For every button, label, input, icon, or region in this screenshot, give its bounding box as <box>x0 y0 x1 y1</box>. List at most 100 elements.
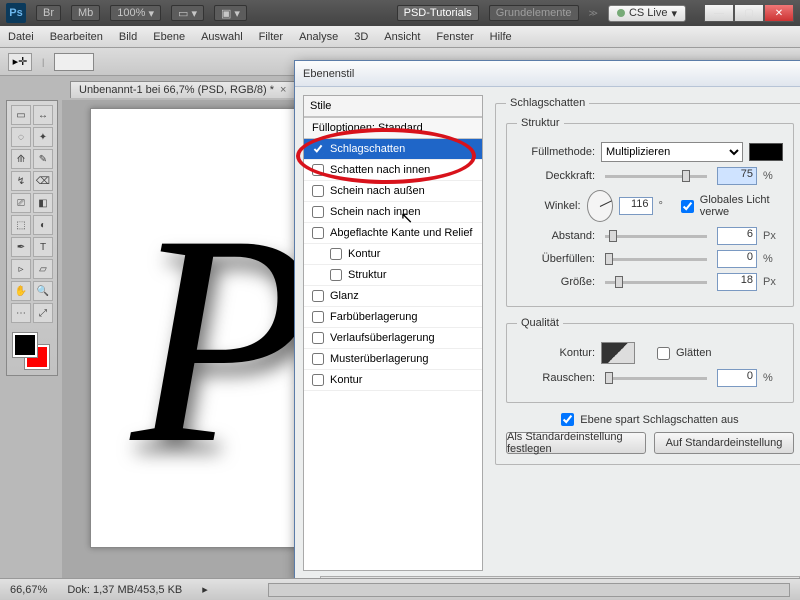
style-row-7[interactable]: Glanz <box>304 286 482 307</box>
style-row-11[interactable]: Kontur <box>304 370 482 391</box>
knockout-checkbox[interactable] <box>561 413 574 426</box>
tool-extra2[interactable]: ⤢ <box>33 303 53 323</box>
style-row-4[interactable]: Abgeflachte Kante und Relief <box>304 223 482 244</box>
style-checkbox-2[interactable] <box>312 185 324 197</box>
noise-value[interactable]: 0 <box>717 369 757 387</box>
tool-brush[interactable]: ⌫ <box>33 171 53 191</box>
style-settings-panel: Schlagschatten Struktur Füllmethode: Mul… <box>491 87 800 579</box>
size-value[interactable]: 18 <box>717 273 757 291</box>
global-light-checkbox[interactable] <box>681 200 694 213</box>
tool-shape[interactable]: ▱ <box>33 259 53 279</box>
cslive-button[interactable]: CS Live ▾ <box>608 5 686 22</box>
workspace-secondary[interactable]: Grundelemente <box>489 5 579 21</box>
tool-zoom[interactable]: 🔍 <box>33 281 53 301</box>
spread-slider[interactable] <box>601 258 711 261</box>
swatch-foreground[interactable] <box>13 333 37 357</box>
viewmode-chip[interactable]: ▭ ▾ <box>171 5 204 21</box>
minibridge-chip[interactable]: Mb <box>71 5 100 21</box>
tool-wand[interactable]: ✦ <box>33 127 53 147</box>
menu-fenster[interactable]: Fenster <box>436 31 473 43</box>
close-tab-icon[interactable]: × <box>280 84 286 96</box>
window-minimize-button[interactable]: — <box>704 4 734 22</box>
tool-eraser[interactable]: ⬚ <box>11 215 31 235</box>
distance-slider[interactable] <box>601 235 711 238</box>
style-checkbox-4[interactable] <box>312 227 324 239</box>
color-swatches[interactable] <box>11 331 53 371</box>
current-tool-icon[interactable]: ▸✛ <box>8 53 32 71</box>
opacity-value[interactable]: 75 <box>717 167 757 185</box>
tool-crop[interactable]: ⟰ <box>11 149 31 169</box>
style-row-2[interactable]: Schein nach außen <box>304 181 482 202</box>
screens-chip[interactable]: ▣ ▾ <box>214 5 247 21</box>
window-close-button[interactable]: ✕ <box>764 4 794 22</box>
workspace-primary[interactable]: PSD-Tutorials <box>397 5 479 21</box>
style-checkbox-0[interactable] <box>312 143 324 155</box>
blendmode-select[interactable]: Multiplizieren <box>601 142 743 162</box>
tool-path[interactable]: ▹ <box>11 259 31 279</box>
style-label-0: Schlagschatten <box>330 143 405 155</box>
option-dropdown-1[interactable] <box>54 53 94 71</box>
style-checkbox-7[interactable] <box>312 290 324 302</box>
contour-picker[interactable] <box>601 342 635 364</box>
style-row-5[interactable]: Kontur <box>304 244 482 265</box>
style-checkbox-11[interactable] <box>312 374 324 386</box>
bridge-chip[interactable]: Br <box>36 5 61 21</box>
spread-value[interactable]: 0 <box>717 250 757 268</box>
tool-marquee[interactable]: ▭ <box>11 105 31 125</box>
menu-auswahl[interactable]: Auswahl <box>201 31 243 43</box>
style-checkbox-8[interactable] <box>312 311 324 323</box>
tool-history[interactable]: ◧ <box>33 193 53 213</box>
tool-gradient[interactable]: ◐ <box>33 215 53 235</box>
style-checkbox-10[interactable] <box>312 353 324 365</box>
document-tab[interactable]: Unbenannt-1 bei 66,7% (PSD, RGB/8) * × <box>70 81 295 98</box>
status-docinfo[interactable]: Dok: 1,37 MB/453,5 KB <box>67 584 182 596</box>
status-zoom[interactable]: 66,67% <box>10 584 47 596</box>
reset-default-button[interactable]: Auf Standardeinstellung <box>654 432 794 454</box>
zoom-chip[interactable]: 100% ▾ <box>110 5 161 21</box>
style-row-6[interactable]: Struktur <box>304 265 482 286</box>
dialog-titlebar[interactable]: Ebenenstil <box>295 61 800 87</box>
antialias-checkbox[interactable] <box>657 347 670 360</box>
style-row-1[interactable]: Schatten nach innen <box>304 160 482 181</box>
tool-heal[interactable]: ↯ <box>11 171 31 191</box>
tool-pen[interactable]: ✒ <box>11 237 31 257</box>
style-checkbox-6[interactable] <box>330 269 342 281</box>
noise-slider[interactable] <box>601 377 711 380</box>
tool-hand[interactable]: ✋ <box>11 281 31 301</box>
style-checkbox-3[interactable] <box>312 206 324 218</box>
opacity-slider[interactable] <box>601 175 711 178</box>
angle-value[interactable]: 116 <box>619 197 653 215</box>
horizontal-scrollbar[interactable] <box>268 583 790 597</box>
menu-ebene[interactable]: Ebene <box>153 31 185 43</box>
tool-stamp[interactable]: ⎚ <box>11 193 31 213</box>
workspace-more-icon[interactable]: ≫ <box>589 8 598 19</box>
style-checkbox-5[interactable] <box>330 248 342 260</box>
style-row-8[interactable]: Farbüberlagerung <box>304 307 482 328</box>
tool-extra1[interactable]: ⋯ <box>11 303 31 323</box>
size-slider[interactable] <box>601 281 711 284</box>
menu-filter[interactable]: Filter <box>259 31 283 43</box>
menu-datei[interactable]: Datei <box>8 31 34 43</box>
menu-3d[interactable]: 3D <box>354 31 368 43</box>
tool-lasso[interactable]: ◌ <box>11 127 31 147</box>
fill-options-row[interactable]: Fülloptionen: Standard <box>304 117 482 139</box>
style-row-3[interactable]: Schein nach innen <box>304 202 482 223</box>
style-row-0[interactable]: Schlagschatten <box>304 139 482 160</box>
menu-bearbeiten[interactable]: Bearbeiten <box>50 31 103 43</box>
shadow-color-chip[interactable] <box>749 143 783 161</box>
style-checkbox-1[interactable] <box>312 164 324 176</box>
menu-analyse[interactable]: Analyse <box>299 31 338 43</box>
menu-ansicht[interactable]: Ansicht <box>384 31 420 43</box>
style-checkbox-9[interactable] <box>312 332 324 344</box>
menu-hilfe[interactable]: Hilfe <box>490 31 512 43</box>
menu-bild[interactable]: Bild <box>119 31 137 43</box>
window-maximize-button[interactable]: ▢ <box>734 4 764 22</box>
tool-eyedropper[interactable]: ✎ <box>33 149 53 169</box>
tool-move[interactable]: ↔ <box>33 105 53 125</box>
distance-value[interactable]: 6 <box>717 227 757 245</box>
tool-type[interactable]: T <box>33 237 53 257</box>
make-default-button[interactable]: Als Standardeinstellung festlegen <box>506 432 646 454</box>
style-row-10[interactable]: Musterüberlagerung <box>304 349 482 370</box>
angle-wheel[interactable] <box>587 190 613 222</box>
style-row-9[interactable]: Verlaufsüberlagerung <box>304 328 482 349</box>
